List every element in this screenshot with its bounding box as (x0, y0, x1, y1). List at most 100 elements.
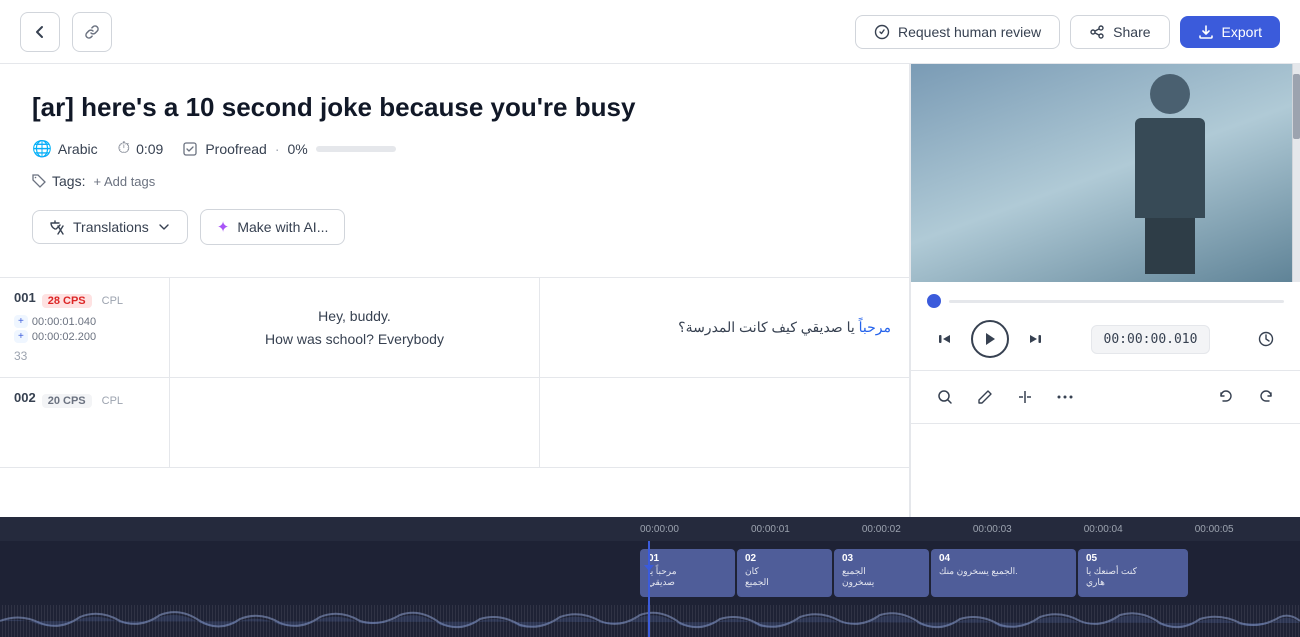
page-title: [ar] here's a 10 second joke because you… (32, 92, 877, 123)
time-settings-button[interactable] (1248, 321, 1284, 357)
cps-badge-001: 28 CPS (42, 294, 92, 308)
timeline-segment-01[interactable]: 01 مرحباً ياصديقي (640, 549, 735, 597)
topbar-right: Request human review Share Export (855, 15, 1280, 49)
subtitle-meta-001: 001 28 CPS CPL + 00:00:01.040 + 00:00:02… (0, 278, 170, 377)
seg-label-02: 02 (745, 553, 824, 564)
time-row-001-end: + 00:00:02.200 (14, 330, 155, 343)
time-btn-start-001[interactable]: + (14, 315, 28, 328)
make-with-ai-button[interactable]: ✦ Make with AI... (200, 209, 346, 245)
split-tool-button[interactable] (1007, 379, 1043, 415)
seg-label-03: 03 (842, 553, 921, 564)
seg-label-05: 05 (1086, 553, 1180, 564)
tags-row: Tags: + Add tags (32, 173, 877, 189)
timeline-segment-03[interactable]: 03 الجميعيسخرون (834, 549, 929, 597)
time-start-001: 00:00:01.040 (32, 316, 96, 328)
add-tags-label: + Add tags (93, 174, 155, 189)
undo-button[interactable] (1208, 379, 1244, 415)
timeline-ruler: 00:00:00 00:00:01 00:00:02 00:00:03 00:0… (0, 517, 1300, 541)
proofread-percent: 0% (288, 141, 308, 157)
timeline: 00:00:00 00:00:01 00:00:02 00:00:03 00:0… (0, 517, 1300, 637)
request-review-button[interactable]: Request human review (855, 15, 1060, 49)
time-btn-end-001[interactable]: + (14, 330, 28, 343)
seg-text-04: الجميع يسخرون منك. (939, 566, 1068, 577)
char-count-001: 33 (14, 349, 27, 363)
export-label: Export (1222, 24, 1262, 40)
subtitle-source-002[interactable] (170, 378, 540, 467)
redo-button[interactable] (1248, 379, 1284, 415)
proofread-meta: Proofread · 0% (183, 141, 395, 157)
highlight-word: مرحباً (859, 319, 891, 335)
timeline-segments: 01 مرحباً ياصديقي 02 كانالجميع 03 الجميع… (0, 549, 1300, 601)
subtitle-num-001: 001 (14, 290, 36, 305)
player-controls: 00:00:00.010 (911, 282, 1300, 371)
timeline-segment-04[interactable]: 04 الجميع يسخرون منك. (931, 549, 1076, 597)
ruler-mark-3: 00:00:03 (973, 524, 1012, 535)
timeline-segment-02[interactable]: 02 كانالجميع (737, 549, 832, 597)
topbar: Request human review Share Export (0, 0, 1300, 64)
ruler-mark-5: 00:00:05 (1195, 524, 1234, 535)
play-button[interactable] (971, 320, 1009, 358)
toolbar-row: Translations ✦ Make with AI... (32, 209, 877, 261)
proofread-label: Proofread (205, 141, 266, 157)
seg-label-04: 04 (939, 553, 1068, 564)
duration-meta: ⏱ 0:09 (118, 140, 164, 158)
seg-text-03: الجميعيسخرون (842, 566, 921, 588)
translations-label: Translations (73, 219, 149, 235)
subtitle-meta-002: 002 20 CPS CPL (0, 378, 170, 467)
make-ai-label: Make with AI... (237, 219, 328, 235)
edit-tool-button[interactable] (967, 379, 1003, 415)
topbar-left (20, 12, 112, 52)
chevron-down-icon (157, 220, 171, 234)
content-area: [ar] here's a 10 second joke because you… (0, 64, 909, 277)
timeline-cursor (648, 541, 650, 637)
table-row: 001 28 CPS CPL + 00:00:01.040 + 00:00:02… (0, 278, 909, 378)
share-button[interactable]: Share (1070, 15, 1169, 49)
language-value: Arabic (58, 141, 98, 157)
language-meta: 🌐 Arabic (32, 139, 98, 159)
rewind-button[interactable] (927, 321, 963, 357)
subtitle-translation-001[interactable]: مرحباً يا صديقي كيف كانت المدرسة؟ (540, 278, 909, 377)
search-tool-button[interactable] (927, 379, 963, 415)
meta-row: 🌐 Arabic ⏱ 0:09 Proofread · 0% (32, 139, 877, 159)
export-button[interactable]: Export (1180, 16, 1280, 48)
globe-icon: 🌐 (32, 139, 52, 159)
share-label: Share (1113, 24, 1150, 40)
translate-icon (49, 219, 65, 235)
cpl-label-001: CPL (102, 295, 123, 307)
duration-value: 0:09 (136, 141, 163, 157)
seg-text-05: كنت أصنعك ياهاري (1086, 566, 1180, 588)
tags-text: Tags: (52, 173, 85, 189)
checkmark-icon (183, 142, 197, 156)
proofread-progress-track (316, 146, 396, 152)
playhead-dot (927, 294, 941, 308)
sparkle-icon: ✦ (217, 218, 230, 236)
source-text-001: Hey, buddy.How was school? Everybody (265, 305, 444, 350)
tools-row (911, 371, 1300, 424)
translations-button[interactable]: Translations (32, 210, 188, 244)
subtitle-source-001[interactable]: Hey, buddy.How was school? Everybody (170, 278, 540, 377)
tool-group-right (1208, 379, 1284, 415)
tags-label: Tags: (32, 173, 85, 189)
ruler-mark-0: 00:00:00 (640, 524, 679, 535)
more-tools-button[interactable] (1047, 379, 1083, 415)
seg-text-02: كانالجميع (745, 566, 824, 588)
seg-label-01: 01 (648, 553, 727, 564)
time-display: 00:00:00.010 (1091, 325, 1211, 354)
back-button[interactable] (20, 12, 60, 52)
cpl-label-002: CPL (102, 395, 123, 407)
video-container (911, 64, 1300, 282)
time-row-001-start: + 00:00:01.040 (14, 315, 155, 328)
timeline-segment-05[interactable]: 05 كنت أصنعك ياهاري (1078, 549, 1188, 597)
ruler-mark-2: 00:00:02 (862, 524, 901, 535)
subtitle-num-002: 002 (14, 390, 36, 405)
cps-badge-002: 20 CPS (42, 394, 92, 408)
waveform-svg (0, 605, 1300, 637)
add-tags-button[interactable]: + Add tags (93, 174, 155, 189)
fast-forward-button[interactable] (1017, 321, 1053, 357)
link-button[interactable] (72, 12, 112, 52)
subtitle-translation-002[interactable] (540, 378, 909, 467)
tool-group-left (927, 379, 1083, 415)
clock-icon: ⏱ (118, 140, 130, 158)
ruler-mark-4: 00:00:04 (1084, 524, 1123, 535)
controls-row: 00:00:00.010 (927, 320, 1284, 358)
